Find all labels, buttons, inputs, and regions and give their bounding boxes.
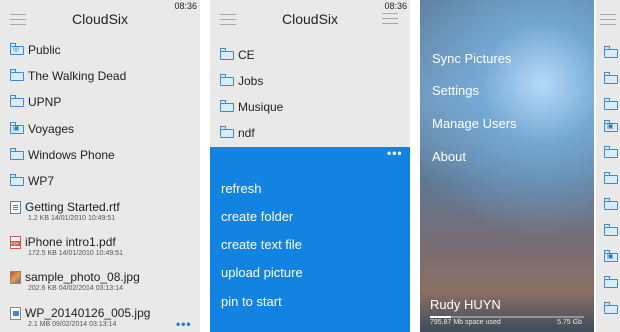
folder-icon xyxy=(220,74,234,86)
context-menu: ••• refresh create folder create text fi… xyxy=(210,147,410,332)
folder-icon xyxy=(604,172,618,184)
folder-item[interactable] xyxy=(604,98,618,110)
photo-folder-icon: ▣ xyxy=(604,250,618,262)
folder-item[interactable]: Jobs xyxy=(220,74,263,88)
image-icon xyxy=(10,306,21,320)
pdf-icon xyxy=(10,235,21,249)
folder-item[interactable] xyxy=(604,302,618,314)
space-used: 795,87 Mb space used xyxy=(430,319,501,326)
folder-item[interactable]: ▣ xyxy=(604,250,618,262)
folder-item[interactable] xyxy=(604,46,618,58)
folder-item[interactable]: ◎ Public xyxy=(10,43,61,57)
folder-icon xyxy=(220,48,234,60)
folder-icon xyxy=(604,98,618,110)
folder-icon xyxy=(604,46,618,58)
folder-icon xyxy=(220,126,234,138)
file-meta: 1.2 KB 14/01/2010 10:49:51 xyxy=(28,215,116,222)
menu-item-upload-picture[interactable]: upload picture xyxy=(221,265,303,280)
photo-folder-icon: ▣ xyxy=(604,120,618,132)
more-options-icon[interactable]: ••• xyxy=(176,318,192,330)
hamburger-menu-icon[interactable] xyxy=(600,14,616,29)
folder-label: The Walking Dead xyxy=(28,69,127,83)
storage-bar xyxy=(430,316,584,318)
menu-item-create-folder[interactable]: create folder xyxy=(221,209,293,224)
folder-label: ndf xyxy=(238,126,255,140)
folder-item[interactable]: ndf xyxy=(220,126,255,140)
folder-label: UPNP xyxy=(28,95,62,109)
photo-thumbnail-icon xyxy=(10,270,21,284)
side-menu-about[interactable]: About xyxy=(432,149,466,164)
folder-icon xyxy=(604,276,618,288)
document-icon xyxy=(10,200,21,214)
side-menu-settings[interactable]: Settings xyxy=(432,83,479,98)
folder-item[interactable]: Windows Phone xyxy=(10,148,115,162)
file-item[interactable]: Getting Started.rtf 1.2 KB 14/01/2010 10… xyxy=(10,200,120,222)
folder-item[interactable]: ▣ xyxy=(604,120,618,132)
menu-item-refresh[interactable]: refresh xyxy=(221,181,261,196)
file-meta: 172.5 KB 14/01/2010 10:49:51 xyxy=(28,250,123,257)
screen-file-list: 08:36 CloudSix ◎ Public The Walking Dead… xyxy=(0,0,200,332)
folder-icon xyxy=(604,146,618,158)
folder-icon xyxy=(604,198,618,210)
menu-item-create-text-file[interactable]: create text file xyxy=(221,237,302,252)
file-name: iPhone intro1.pdf xyxy=(25,235,116,249)
file-meta: 202.6 KB 04/02/2014 03:13:14 xyxy=(28,285,123,292)
file-item[interactable]: sample_photo_08.jpg 202.6 KB 04/02/2014 … xyxy=(10,270,140,292)
screen-context-menu: 08:36 CloudSix CE Jobs Musique ndf ••• r… xyxy=(210,0,410,332)
file-name: WP_20140126_005.jpg xyxy=(25,306,151,320)
folder-item[interactable]: ▣ Voyages xyxy=(10,122,74,136)
folder-icon xyxy=(10,95,24,107)
user-name[interactable]: Rudy HUYN xyxy=(430,297,501,312)
folder-item[interactable]: WP7 xyxy=(10,174,54,188)
folder-item[interactable]: Musique xyxy=(220,100,283,114)
folder-item[interactable] xyxy=(604,276,618,288)
folder-item[interactable]: UPNP xyxy=(10,95,61,109)
side-menu-manage-users[interactable]: Manage Users xyxy=(432,116,517,131)
folder-item[interactable] xyxy=(604,146,618,158)
folder-icon xyxy=(10,148,24,160)
folder-label: WP7 xyxy=(28,174,55,188)
screen-partial: ▣ ▣ xyxy=(596,0,620,332)
shared-folder-icon: ◎ xyxy=(10,43,24,55)
more-options-icon[interactable]: ••• xyxy=(387,147,403,159)
folder-label: CE xyxy=(238,48,255,62)
photo-folder-icon: ▣ xyxy=(10,122,24,134)
folder-icon xyxy=(604,72,618,84)
storage-bar-fill xyxy=(430,316,451,318)
folder-icon xyxy=(604,302,618,314)
folder-icon xyxy=(10,174,24,186)
folder-icon xyxy=(10,69,24,81)
app-title: CloudSix xyxy=(71,11,129,27)
folder-label: Voyages xyxy=(28,122,75,136)
folder-item[interactable] xyxy=(604,172,618,184)
file-item[interactable]: iPhone intro1.pdf 172.5 KB 14/01/2010 10… xyxy=(10,235,123,257)
screen-side-menu: Sync Pictures Settings Manage Users Abou… xyxy=(420,0,594,332)
space-total: 5.75 Gb xyxy=(557,319,582,326)
folder-label: Public xyxy=(28,43,61,57)
file-name: Getting Started.rtf xyxy=(25,200,120,214)
folder-label: Jobs xyxy=(238,74,264,88)
status-time: 08:36 xyxy=(384,1,407,11)
menu-item-pin-to-start[interactable]: pin to start xyxy=(221,294,282,309)
folder-item[interactable] xyxy=(604,198,618,210)
folder-item[interactable] xyxy=(604,224,618,236)
app-title: CloudSix xyxy=(281,11,339,27)
side-menu-sync-pictures[interactable]: Sync Pictures xyxy=(432,51,511,66)
folder-item[interactable]: CE xyxy=(220,48,255,62)
status-time: 08:36 xyxy=(174,1,197,11)
folder-item[interactable]: The Walking Dead xyxy=(10,69,126,83)
folder-icon xyxy=(220,100,234,112)
folder-label: Windows Phone xyxy=(28,148,115,162)
folder-item[interactable] xyxy=(604,72,618,84)
file-name: sample_photo_08.jpg xyxy=(25,270,140,284)
folder-icon xyxy=(604,224,618,236)
file-item[interactable]: WP_20140126_005.jpg 2.1 MB 09/02/2014 03… xyxy=(10,306,150,328)
file-meta: 2.1 MB 09/02/2014 03:13:14 xyxy=(28,321,117,328)
folder-label: Musique xyxy=(238,100,284,114)
